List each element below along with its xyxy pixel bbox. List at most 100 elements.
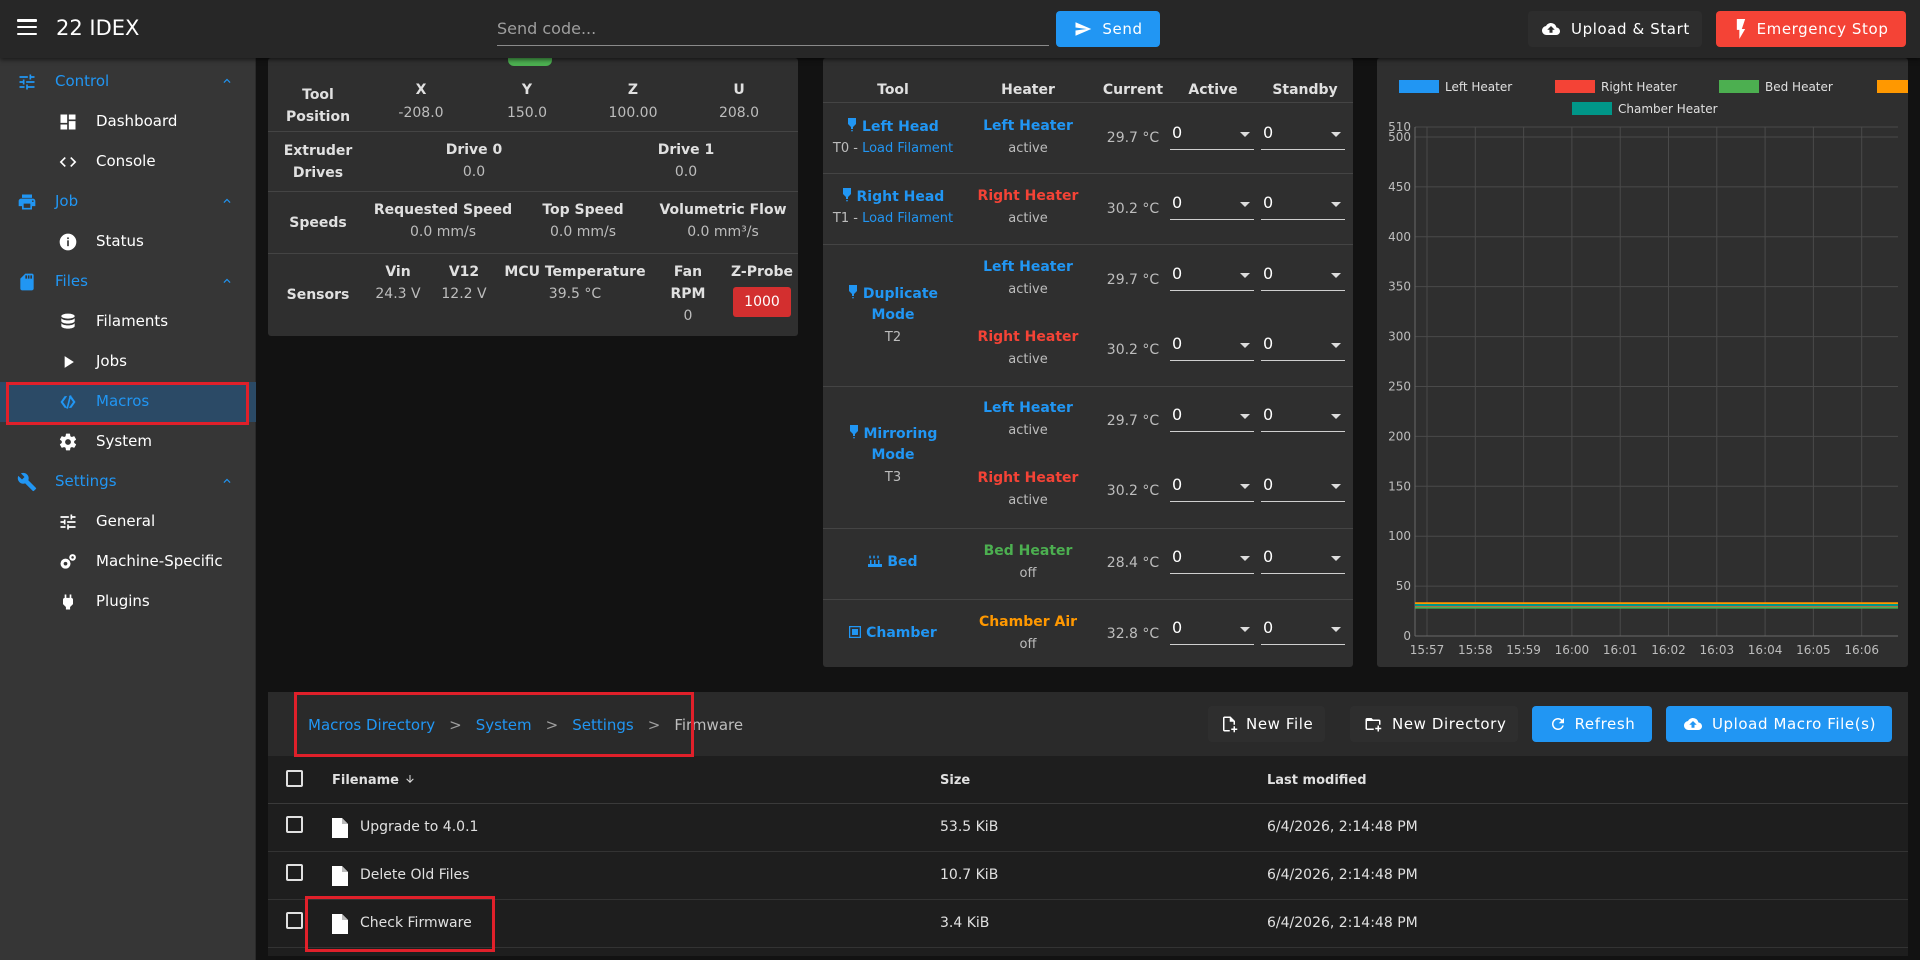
y-tick-label: 510 <box>1388 120 1411 134</box>
tool-row-bed: Bed Bed Heater off 28.4 °C 0 0 <box>823 528 1353 599</box>
tool-position-row: Tool Position X -208.0 Y 150.0 Z 100.00 … <box>268 58 798 132</box>
x-tick-label: 16:06 <box>1844 643 1879 657</box>
table-row[interactable]: Delete Old Files 10.7 KiB 6/4/2026, 2:14… <box>268 852 1908 900</box>
sort-by-size[interactable]: Size <box>940 773 970 788</box>
active-temp-select[interactable]: 0 <box>1170 472 1254 502</box>
standby-temp-select[interactable]: 0 <box>1261 331 1345 361</box>
extruder-icon <box>848 285 857 299</box>
upload-start-button[interactable]: Upload & Start <box>1528 11 1702 47</box>
standby-temp-select[interactable]: 0 <box>1261 402 1345 432</box>
tool-bed[interactable]: Bed <box>823 554 963 570</box>
chevron-up-icon <box>223 78 231 83</box>
sidebar-item-dashboard[interactable]: Dashboard <box>0 102 256 142</box>
legend-label: Right Heater <box>1601 80 1677 94</box>
sidebar-item-general[interactable]: General <box>0 502 256 542</box>
y-tick-label: 400 <box>1388 230 1411 244</box>
y-tick-label: 150 <box>1388 479 1411 493</box>
standby-temp-select[interactable]: 0 <box>1261 120 1345 150</box>
file-icon <box>332 818 348 838</box>
tune-icon <box>60 514 76 530</box>
tool-right-head[interactable]: Right Head <box>823 188 963 205</box>
sidebar-group-settings[interactable]: Settings <box>0 462 256 502</box>
heater-bed-link[interactable]: Bed Heater <box>963 543 1093 559</box>
breadcrumb-macros-directory[interactable]: Macros Directory <box>308 716 435 734</box>
sidebar-group-job[interactable]: Job <box>0 182 256 222</box>
tool-left-head[interactable]: Left Head <box>823 118 963 135</box>
file-icon <box>332 914 348 934</box>
row-checkbox[interactable] <box>286 864 303 881</box>
breadcrumb-settings[interactable]: Settings <box>572 716 634 734</box>
active-temp-select[interactable]: 0 <box>1170 544 1254 574</box>
row-checkbox[interactable] <box>286 816 303 833</box>
standby-temp-select[interactable]: 0 <box>1261 190 1345 220</box>
x-tick-label: 15:57 <box>1410 643 1445 657</box>
heater-right-link[interactable]: Right Heater <box>963 188 1093 204</box>
active-temp-select[interactable]: 0 <box>1170 615 1254 645</box>
folder-plus-icon <box>1365 718 1382 732</box>
files-toolbar: Macros Directory > System > Settings > F… <box>268 692 1908 756</box>
tool-duplicate-mode[interactable]: Duplicate <box>823 285 963 302</box>
load-filament-link[interactable]: Load Filament <box>862 211 953 226</box>
sidebar-item-macros[interactable]: Macros <box>0 382 256 422</box>
active-temp-select[interactable]: 0 <box>1170 402 1254 432</box>
dashboard-icon <box>60 114 76 130</box>
sidebar: Control Dashboard Console Job Status Fil… <box>0 58 256 960</box>
standby-temp-select[interactable]: 0 <box>1261 615 1345 645</box>
cloud-upload-icon <box>1683 718 1702 730</box>
active-temp-select[interactable]: 0 <box>1170 331 1254 361</box>
active-temp-select[interactable]: 0 <box>1170 120 1254 150</box>
tool-row-duplicate-mode: Duplicate Mode T2 Left Heater active 29.… <box>823 244 1353 386</box>
sidebar-group-control[interactable]: Control <box>0 62 256 102</box>
file-name[interactable]: Check Firmware <box>360 915 472 931</box>
sidebar-group-files[interactable]: Files <box>0 262 256 302</box>
menu-icon[interactable] <box>17 19 37 35</box>
sort-by-filename[interactable]: Filename <box>332 773 416 788</box>
sort-by-modified[interactable]: Last modified <box>1267 773 1367 788</box>
active-temp-select[interactable]: 0 <box>1170 261 1254 291</box>
standby-temp-select[interactable]: 0 <box>1261 472 1345 502</box>
send-code-input[interactable] <box>497 12 1049 46</box>
heater-chamber-link[interactable]: Chamber Air <box>963 614 1093 630</box>
standby-temp-select[interactable]: 0 <box>1261 544 1345 574</box>
table-row[interactable]: Upgrade to 4.0.1 53.5 KiB 6/4/2026, 2:14… <box>268 804 1908 852</box>
file-name[interactable]: Delete Old Files <box>360 867 469 883</box>
sidebar-item-jobs[interactable]: Jobs <box>0 342 256 382</box>
y-tick-label: 100 <box>1388 529 1411 543</box>
status-card: Tool Position X -208.0 Y 150.0 Z 100.00 … <box>268 58 798 336</box>
sidebar-item-filaments[interactable]: Filaments <box>0 302 256 342</box>
standby-temp-select[interactable]: 0 <box>1261 261 1345 291</box>
tool-mirroring-mode[interactable]: Mirroring <box>823 425 963 442</box>
row-checkbox[interactable] <box>286 912 303 929</box>
load-filament-link[interactable]: Load Filament <box>862 141 953 156</box>
heater-left-link[interactable]: Left Heater <box>963 400 1093 416</box>
x-tick-label: 15:59 <box>1506 643 1541 657</box>
cogs-icon <box>60 554 76 569</box>
tool-row-right-head: Right Head T1 - Load Filament Right Heat… <box>823 173 1353 244</box>
active-temp-select[interactable]: 0 <box>1170 190 1254 220</box>
legend-swatch <box>1399 80 1439 93</box>
file-name[interactable]: Upgrade to 4.0.1 <box>360 819 478 835</box>
table-row[interactable]: Check Firmware 3.4 KiB 6/4/2026, 2:14:48… <box>268 900 1908 948</box>
code-icon <box>59 157 77 167</box>
upload-macro-files-button[interactable]: Upload Macro File(s) <box>1666 706 1892 742</box>
sidebar-item-console[interactable]: Console <box>0 142 256 182</box>
heater-left-link[interactable]: Left Heater <box>963 259 1093 275</box>
emergency-stop-button[interactable]: Emergency Stop <box>1716 11 1906 47</box>
refresh-button[interactable]: Refresh <box>1532 706 1652 742</box>
new-directory-button[interactable]: New Directory <box>1350 706 1519 742</box>
sidebar-item-plugins[interactable]: Plugins <box>0 582 256 622</box>
heater-right-link[interactable]: Right Heater <box>963 329 1093 345</box>
send-button[interactable]: Send <box>1056 11 1160 47</box>
heater-right-link[interactable]: Right Heater <box>963 470 1093 486</box>
x-tick-label: 16:04 <box>1748 643 1783 657</box>
heater-left-link[interactable]: Left Heater <box>963 118 1093 134</box>
tool-chamber[interactable]: Chamber <box>823 625 963 641</box>
select-all-checkbox[interactable] <box>286 770 303 787</box>
sidebar-item-machine-specific[interactable]: Machine-Specific <box>0 542 256 582</box>
y-tick-label: 250 <box>1388 379 1411 393</box>
cloud-upload-icon <box>1542 23 1560 35</box>
sidebar-item-status[interactable]: Status <box>0 222 256 262</box>
breadcrumb-system[interactable]: System <box>476 716 532 734</box>
sidebar-item-system[interactable]: System <box>0 422 256 462</box>
new-file-button[interactable]: New File <box>1208 706 1326 742</box>
